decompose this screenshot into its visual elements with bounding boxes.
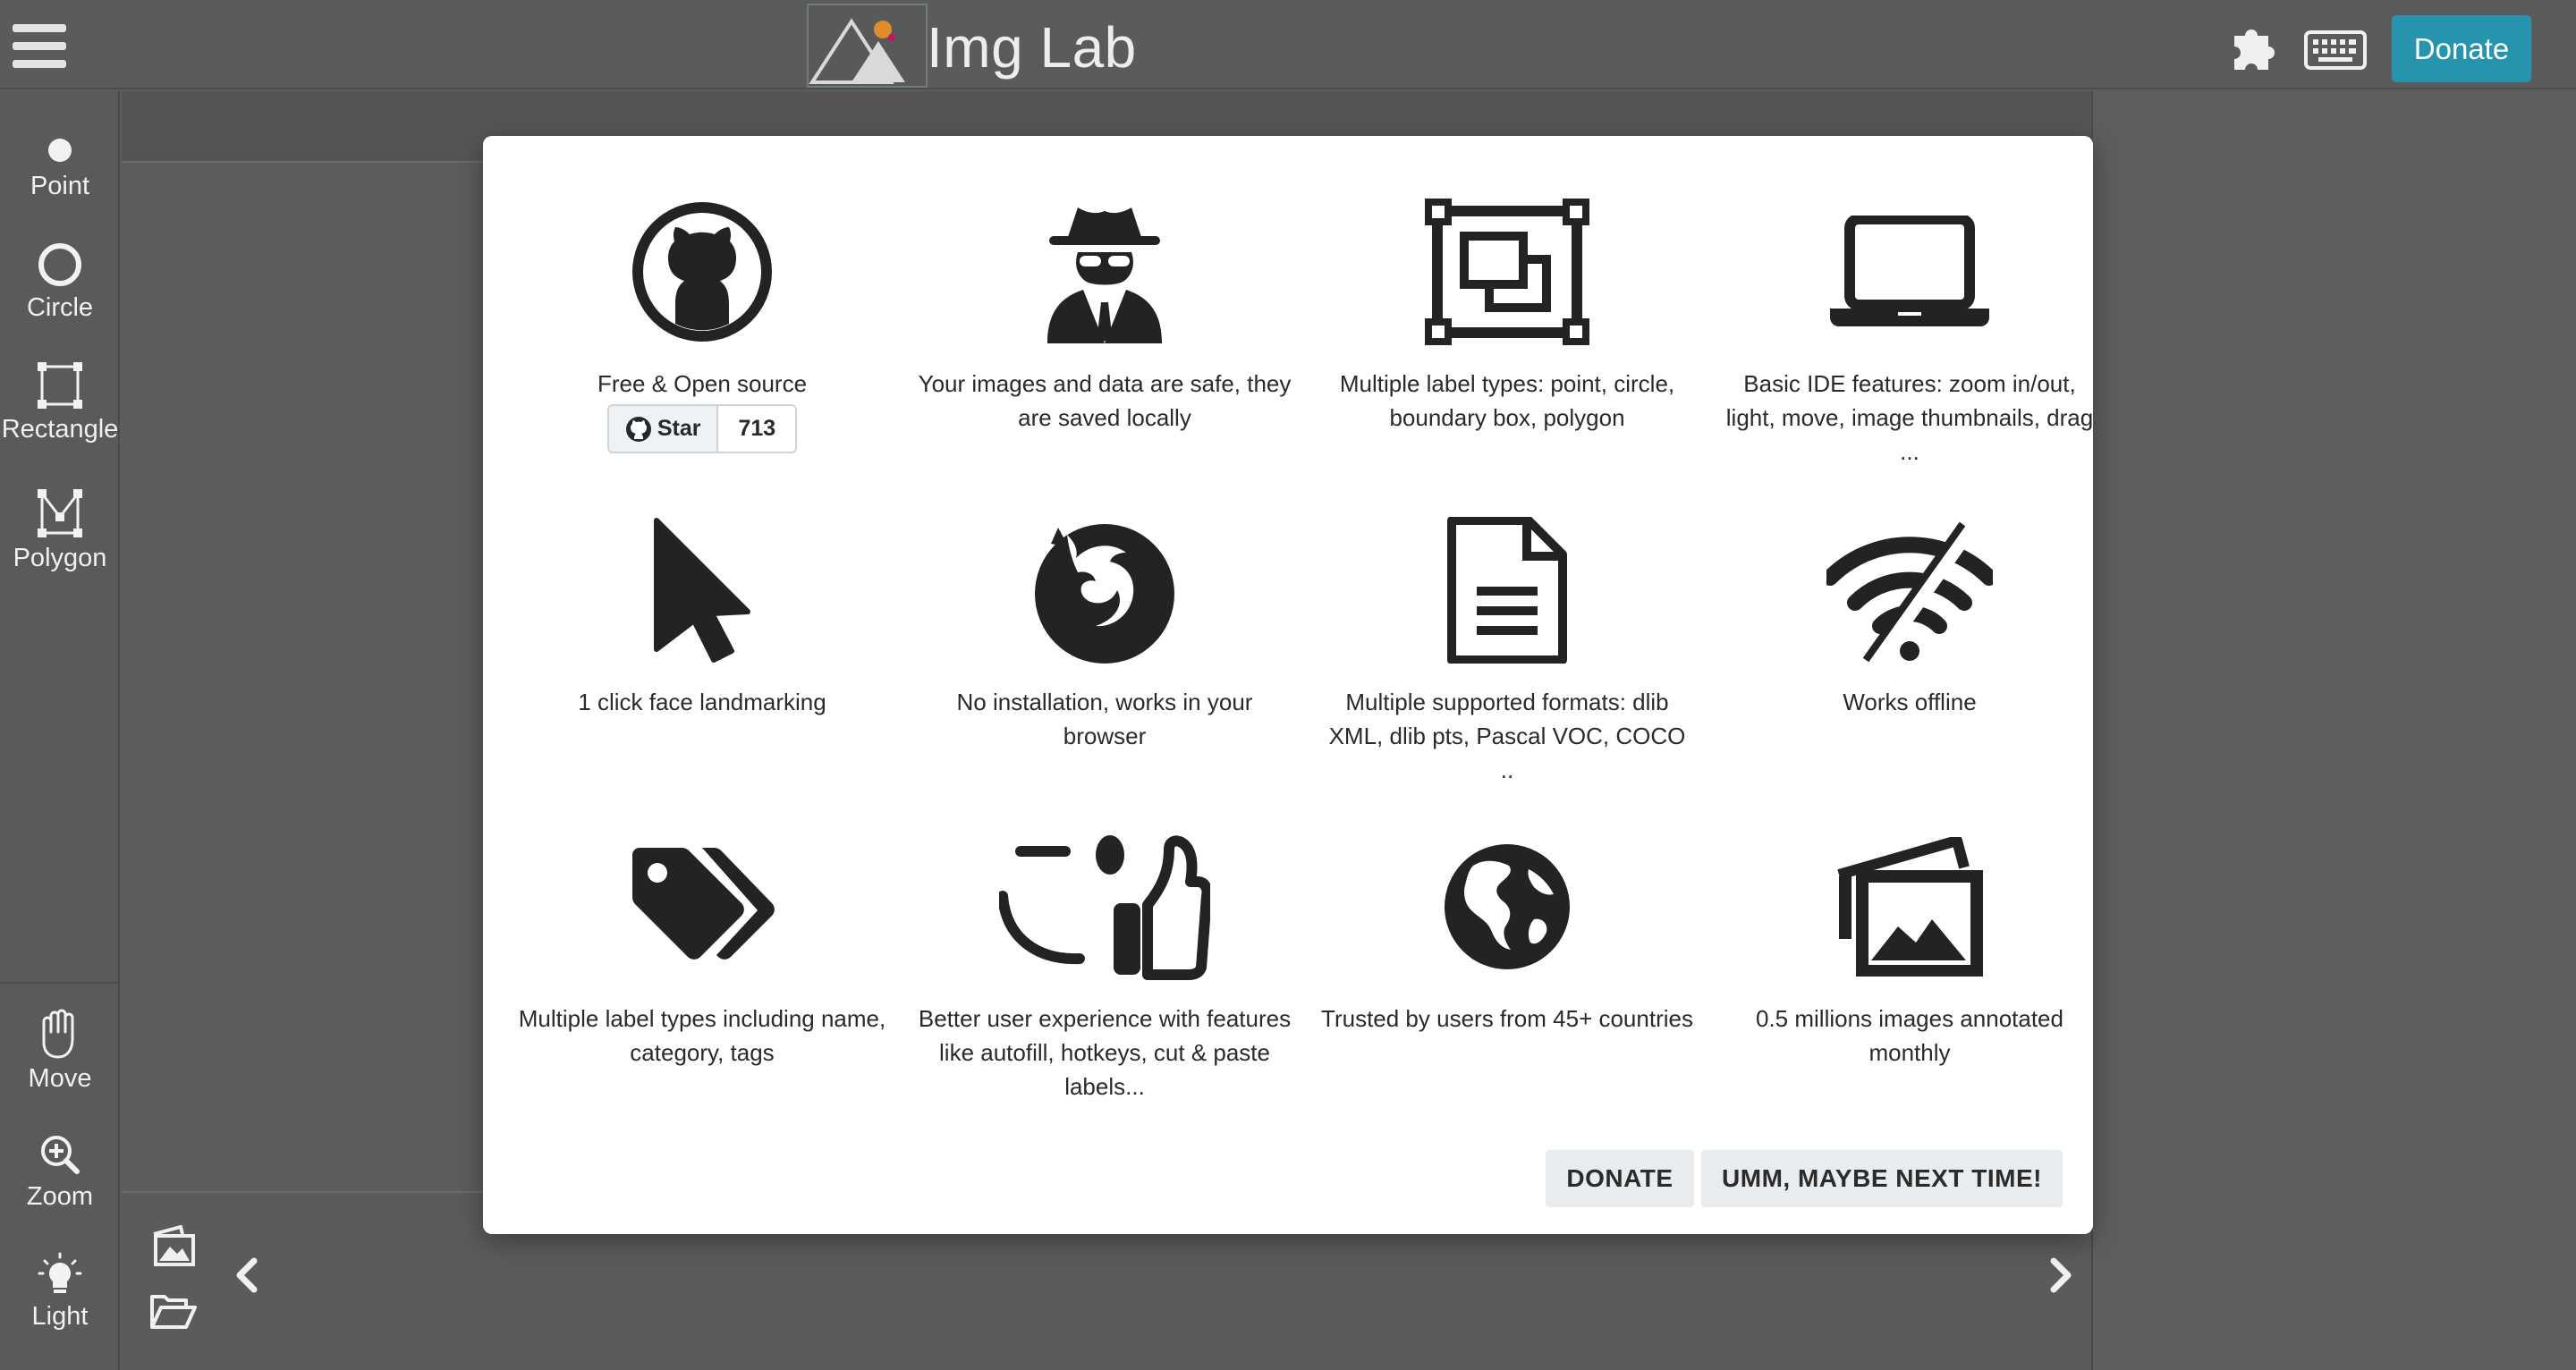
images-icon xyxy=(1837,837,1983,977)
feature-ux: Better user experience with features lik… xyxy=(917,826,1292,1104)
feature-text: No installation, works in your browser xyxy=(956,689,1253,749)
feature-text: 1 click face landmarking xyxy=(578,689,826,715)
right-panel xyxy=(2091,91,2576,1370)
feature-text: 0.5 millions images annotated monthly xyxy=(1756,1005,2063,1066)
next-arrow-icon[interactable] xyxy=(2048,1257,2073,1298)
add-images-icon[interactable] xyxy=(150,1224,197,1273)
feature-privacy: Your images and data are safe, they are … xyxy=(917,191,1292,435)
feature-ide: Basic IDE features: zoom in/out, light, … xyxy=(1722,191,2097,469)
point-icon xyxy=(48,139,72,162)
rectangle-tool-label: Rectangle xyxy=(1,415,119,444)
prev-arrow-icon[interactable] xyxy=(234,1257,259,1298)
open-folder-icon[interactable] xyxy=(148,1291,199,1335)
feature-browser: No installation, works in your browser xyxy=(917,510,1292,753)
circle-tool-label: Circle xyxy=(26,293,94,322)
feature-trusted: Trusted by users from 45+ countries xyxy=(1319,826,1695,1036)
rectangle-icon xyxy=(38,362,82,409)
plugin-icon[interactable] xyxy=(2231,23,2275,78)
feature-text: Better user experience with features lik… xyxy=(918,1005,1292,1100)
point-tool[interactable]: Point xyxy=(0,132,120,201)
top-bar: Img Lab Donate xyxy=(0,0,2576,89)
donate-header-button[interactable]: Donate xyxy=(2392,15,2531,82)
feature-label-types: Multiple label types: point, circle, bou… xyxy=(1319,191,1695,435)
light-tool[interactable]: Light xyxy=(0,1252,120,1332)
object-group-icon xyxy=(1425,199,1589,345)
polygon-icon xyxy=(38,489,82,537)
github-star-button[interactable]: Star xyxy=(608,406,719,452)
firefox-icon xyxy=(1035,524,1174,664)
hand-icon xyxy=(42,1009,74,1059)
github-star-widget[interactable]: Star 713 xyxy=(606,404,798,453)
feature-face-landmarking: 1 click face landmarking xyxy=(514,510,890,719)
keyboard-icon[interactable] xyxy=(2304,30,2367,74)
move-tool-label: Move xyxy=(28,1064,92,1093)
laptop-icon xyxy=(1830,216,1989,326)
feature-text: Your images and data are safe, they are … xyxy=(918,370,1292,431)
menu-icon[interactable] xyxy=(13,24,66,69)
github-star-count[interactable]: 713 xyxy=(718,406,796,452)
feature-text: Multiple label types including name, cat… xyxy=(518,1005,886,1066)
github-icon xyxy=(632,202,772,342)
point-tool-label: Point xyxy=(30,172,90,200)
lightbulb-icon xyxy=(38,1252,82,1293)
zoom-tool[interactable]: Zoom xyxy=(0,1132,120,1212)
polygon-tool[interactable]: Polygon xyxy=(0,486,120,573)
polygon-tool-label: Polygon xyxy=(13,544,107,572)
circle-icon xyxy=(38,243,81,286)
logo-mountain xyxy=(807,4,928,88)
feature-text: Free & Open source xyxy=(597,370,808,397)
app-title: Img Lab xyxy=(927,15,1137,80)
feature-text: Basic IDE features: zoom in/out, light, … xyxy=(1725,370,2094,465)
light-tool-label: Light xyxy=(31,1302,89,1331)
feature-images-annotated: 0.5 millions images annotated monthly xyxy=(1722,826,2097,1070)
maybe-next-time-button[interactable]: UMM, MAYBE NEXT TIME! xyxy=(1701,1150,2063,1207)
feature-label-tags: Multiple label types including name, cat… xyxy=(514,826,890,1070)
wifi-off-icon xyxy=(1826,519,1993,664)
document-icon xyxy=(1447,517,1567,664)
globe-icon xyxy=(1445,844,1570,969)
incognito-icon xyxy=(1047,207,1162,343)
thumbs-up-icon xyxy=(999,835,1210,980)
donate-button[interactable]: DONATE xyxy=(1546,1150,1694,1207)
rectangle-tool[interactable]: Rectangle xyxy=(0,359,120,444)
feature-formats: Multiple supported formats: dlib XML, dl… xyxy=(1319,510,1695,787)
feature-text: Multiple supported formats: dlib XML, dl… xyxy=(1328,689,1686,783)
github-mark-icon xyxy=(625,416,651,442)
tags-icon xyxy=(632,848,775,960)
feature-text: Works offline xyxy=(1843,689,1977,715)
circle-tool[interactable]: Circle xyxy=(0,240,120,323)
feature-open-source: Free & Open source Star 713 xyxy=(514,191,890,453)
donate-modal: Free & Open source Star 713 Your images … xyxy=(483,136,2093,1234)
feature-offline: Works offline xyxy=(1722,510,2097,719)
github-star-label: Star xyxy=(657,416,701,441)
feature-text: Multiple label types: point, circle, bou… xyxy=(1339,370,1675,431)
feature-text: Trusted by users from 45+ countries xyxy=(1321,1005,1693,1032)
left-toolbar: Point Circle Rectangle Polygon Move Zoom… xyxy=(0,91,120,1370)
toolbar-divider xyxy=(0,982,120,984)
zoom-tool-label: Zoom xyxy=(26,1182,94,1211)
zoom-icon xyxy=(41,1136,80,1174)
move-tool[interactable]: Move xyxy=(0,1009,120,1094)
mouse-pointer-icon xyxy=(654,518,750,663)
